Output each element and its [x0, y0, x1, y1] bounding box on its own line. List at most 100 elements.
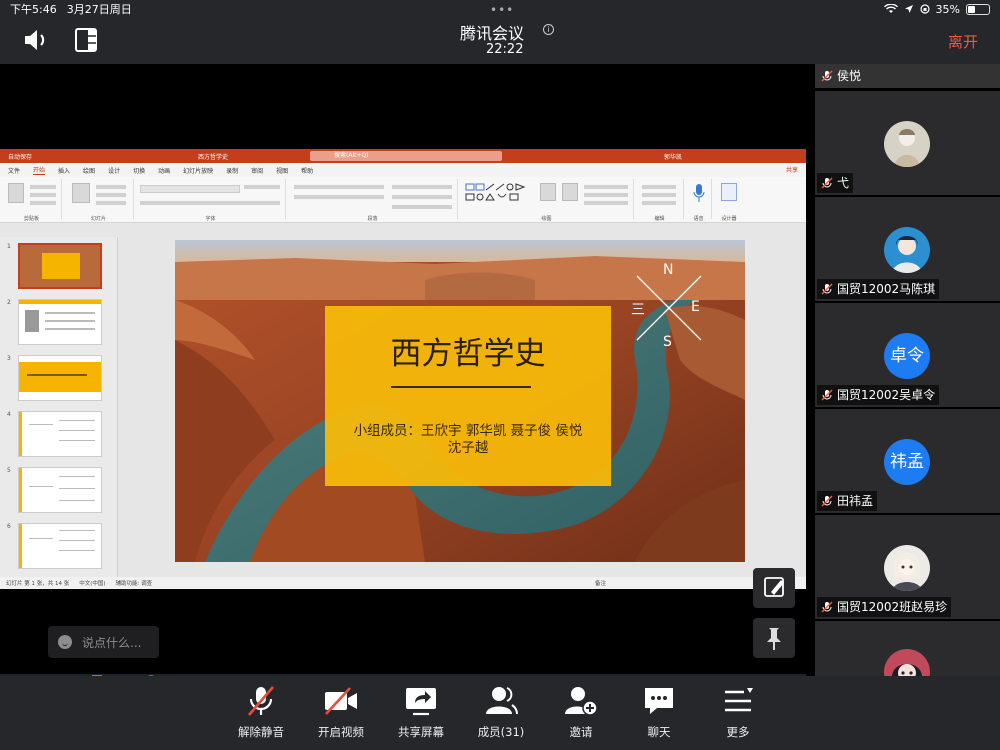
ribbon-label-paragraph: 段落 [367, 216, 378, 222]
participant-name-text: 田祎孟 [837, 494, 874, 508]
slide-thumbnail [18, 467, 102, 513]
participant-name: 国贸12002马陈琪 [817, 279, 940, 299]
participant-tile[interactable]: 国贸12002班赵易珍 [815, 515, 1000, 619]
ribbon-group-slides: 幻灯片 [64, 179, 134, 222]
ribbon-group-clipboard: 剪贴板 [2, 179, 62, 222]
participant-name: 国贸12002班赵易珍 [817, 597, 952, 617]
more-button[interactable]: 更多 [698, 684, 778, 740]
start-video-button[interactable]: 开启视频 [301, 684, 381, 740]
participant-name-text: 国贸12002马陈琪 [837, 282, 936, 296]
pin-button[interactable] [753, 618, 795, 658]
annotate-button[interactable] [753, 568, 795, 608]
members-button[interactable]: 成员(31) [461, 684, 541, 740]
invite-label: 邀请 [569, 725, 593, 739]
battery-icon [966, 3, 990, 15]
ppt-tab: 帮助 [301, 167, 314, 175]
share-screen-button[interactable]: 共享屏幕 [381, 684, 461, 740]
participant-avatar [884, 545, 930, 591]
mic-muted-icon [821, 601, 833, 613]
chat-button[interactable]: 聊天 [619, 684, 699, 740]
participant-avatar: 祎孟 [884, 439, 930, 485]
speaker-icon[interactable] [22, 27, 50, 53]
ppt-tab: 幻灯片放映 [183, 167, 214, 175]
autosave-label: 自动保存 [8, 153, 33, 161]
participant-tile[interactable]: 卓令 国贸12002吴卓令 [815, 303, 1000, 407]
arrange-icon [540, 183, 556, 201]
chat-input[interactable]: 说点什么... [48, 626, 159, 658]
unmute-button[interactable]: 解除静音 [221, 684, 301, 740]
participant-name-text: 国贸12002班赵易珍 [837, 600, 948, 614]
multitasking-dots[interactable]: ••• [490, 3, 514, 17]
battery-percent: 35% [935, 2, 960, 16]
ribbon-group-editing: 编辑 [636, 179, 684, 222]
invite-button[interactable]: 邀请 [541, 684, 621, 740]
participant-avatar [884, 121, 930, 167]
share-screen-icon [406, 688, 436, 716]
thumb-number: 3 [7, 355, 11, 362]
ribbon-label-drawing: 绘图 [541, 216, 552, 222]
slide-thumbnail [18, 355, 102, 401]
orientation-lock-icon [919, 4, 930, 14]
ppt-ribbon: 剪贴板 幻灯片 字体 段落 绘图 编辑 语音 设计器 [0, 177, 806, 223]
camera-off-icon [325, 687, 357, 715]
layout-switch-icon[interactable] [74, 27, 98, 53]
participant-name-text: 侯悦 [837, 69, 862, 83]
ppt-user-name: 郭华凯 [664, 154, 683, 161]
ppt-share-button: 共享 [785, 167, 798, 174]
emoji-icon[interactable] [58, 635, 72, 649]
designer-icon [721, 183, 737, 201]
powerpoint-window: 自动保存 西方哲学史 搜索(Alt+Q) 郭华凯 文件 开始 插入 绘图 设计 切换 动画幻… [0, 149, 806, 589]
thumb-number: 2 [7, 299, 11, 306]
participant-name-text: 弋 [837, 176, 850, 190]
leave-button[interactable]: 离开 [948, 31, 978, 52]
title-divider [391, 386, 531, 388]
participant-name: 侯悦 [817, 66, 865, 86]
participant-tile[interactable]: 弋 [815, 91, 1000, 195]
ppt-status-notes: 备注 [594, 581, 606, 587]
ribbon-label-designer: 设计器 [721, 216, 737, 222]
location-icon [904, 5, 913, 13]
ribbon-label-font: 字体 [205, 216, 216, 222]
document-name: 西方哲学史 [198, 154, 229, 161]
participant-avatar [884, 227, 930, 273]
participant-tile[interactable]: 侯悦 [815, 64, 1000, 88]
participant-tile[interactable]: 祎孟 田祎孟 [815, 409, 1000, 513]
slide-title-box: 西方哲学史 小组成员：王欣宇 郭华凯 聂子俊 侯悦 沈子越 [325, 306, 611, 486]
compass-s: S [663, 334, 672, 350]
new-slide-icon [72, 183, 90, 203]
ppt-tab: 录制 [226, 167, 239, 175]
mic-muted-icon [821, 70, 833, 82]
ppt-tab: 设计 [108, 167, 121, 175]
ppt-status-accessibility: 辅助功能: 调查 [115, 581, 153, 587]
compass-e: E [691, 299, 700, 315]
slide-thumbnails-pane: 1 2 3 4 5 6 [0, 237, 118, 577]
pin-icon [767, 628, 781, 650]
avatar-photo-icon [884, 227, 930, 273]
more-label: 更多 [726, 725, 750, 739]
ppt-search-box: 搜索(Alt+Q) [310, 151, 502, 161]
ppt-tab: 开始 [33, 167, 46, 175]
participant-tile[interactable] [815, 621, 1000, 676]
shapes-gallery-icon [465, 183, 526, 201]
status-time: 下午5:46 [10, 3, 57, 16]
avatar-photo-icon [884, 121, 930, 167]
participant-tile[interactable]: 国贸12002马陈琪 [815, 197, 1000, 301]
ribbon-group-voice: 语音 [686, 179, 712, 222]
participant-name-text: 国贸12002吴卓令 [837, 388, 936, 402]
mic-muted-icon [821, 495, 833, 507]
ribbon-label-voice: 语音 [693, 216, 704, 222]
mic-off-icon [248, 686, 274, 716]
ribbon-group-paragraph: 段落 [288, 179, 458, 222]
ribbon-label-slides: 幻灯片 [90, 216, 106, 222]
more-menu-icon [725, 688, 753, 712]
slide-thumbnail [18, 243, 102, 289]
status-date: 3月27日周日 [66, 3, 132, 16]
info-icon[interactable]: i [543, 24, 554, 35]
ppt-tab: 审阅 [251, 167, 264, 175]
slide-thumbnail [18, 523, 102, 569]
members-line-2: 沈子越 [447, 440, 489, 456]
meeting-toolbar: 解除静音 开启视频 共享屏幕 成员(31) 邀请 聊天 更多 [0, 676, 1000, 750]
mic-muted-icon [821, 283, 833, 295]
annotate-pen-icon [764, 577, 784, 597]
ppt-status-language: 中文(中国) [79, 581, 106, 587]
